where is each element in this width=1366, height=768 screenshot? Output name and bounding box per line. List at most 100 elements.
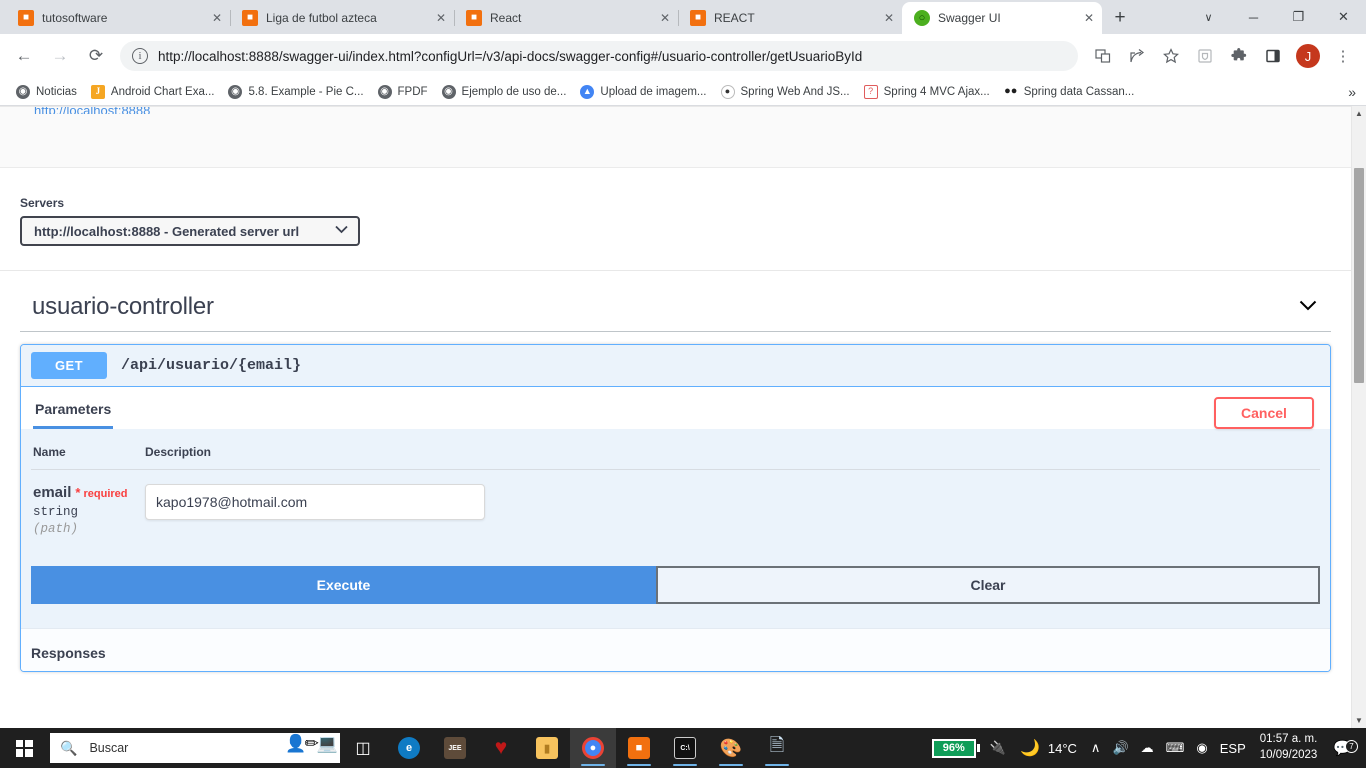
task-view-icon[interactable]: ◫ [340, 728, 386, 768]
browser-tab-active[interactable]: ○ Swagger UI ✕ [902, 2, 1102, 34]
usb-device-icon[interactable]: ⌨ [1160, 740, 1191, 756]
swagger-ui-page: http://localhost:8888 Servers http://loc… [0, 106, 1351, 728]
minimize-button[interactable]: ─ [1231, 0, 1276, 34]
close-icon[interactable]: ✕ [1080, 9, 1098, 27]
tab-parameters[interactable]: Parameters [33, 397, 114, 429]
bookmark-label: Upload de imagem... [600, 85, 707, 98]
tab-divider [230, 10, 231, 26]
start-button[interactable] [0, 728, 48, 768]
parameters-table: Name Description email* required string [31, 445, 1320, 566]
bookmark-label: Android Chart Exa... [110, 85, 215, 98]
browser-tab[interactable]: ■ React ✕ [454, 2, 678, 34]
microsoft-edge-icon[interactable]: e [386, 728, 432, 768]
parameter-name-cell: email * required string (path) [31, 470, 143, 567]
camera-privacy-icon[interactable]: ◉ [1190, 740, 1213, 756]
translate-icon[interactable] [1089, 42, 1117, 70]
active-indicator [581, 764, 605, 766]
address-bar[interactable]: i http://localhost:8888/swagger-ui/index… [120, 41, 1078, 71]
parameter-input-cell [143, 470, 1320, 567]
chevron-down-icon[interactable] [1299, 298, 1323, 316]
notepad-icon[interactable]: 🗎 [754, 728, 800, 768]
file-explorer-icon[interactable]: ▮ [524, 728, 570, 768]
paint-icon[interactable]: 🎨 [708, 728, 754, 768]
servers-section: Servers http://localhost:8888 - Generate… [0, 168, 1351, 246]
bookmark-item[interactable]: ◉ Noticias [10, 82, 83, 102]
mcafee-icon[interactable]: ♥ [478, 728, 524, 768]
close-icon[interactable]: ✕ [880, 9, 898, 27]
table-header-row: Name Description [31, 445, 1320, 470]
clock[interactable]: 01:57 a. m. 10/09/2023 [1252, 732, 1326, 763]
google-chrome-icon[interactable]: ● [570, 728, 616, 768]
bookmarks-bar: ◉ Noticias J Android Chart Exa... ◉ 5.8. Ex… [0, 78, 1366, 106]
bookmark-item[interactable]: ? Spring 4 MVC Ajax... [858, 82, 996, 102]
xampp-icon[interactable]: ■ [616, 728, 662, 768]
weather-widget[interactable]: 🌙 14°C [1012, 738, 1085, 758]
globe-icon: ◉ [228, 84, 243, 99]
search-input[interactable]: 🔍 Buscar 👤✏💻 [50, 733, 340, 763]
tag-header[interactable]: usuario-controller [20, 293, 1331, 332]
email-field[interactable] [145, 484, 485, 520]
server-select[interactable]: http://localhost:8888 - Generated server… [20, 216, 360, 246]
bookmark-item[interactable]: ● Spring Web And JS... [715, 82, 856, 102]
bookmark-star-icon[interactable] [1157, 42, 1185, 70]
language-indicator[interactable]: ESP [1214, 741, 1252, 756]
new-tab-button[interactable]: + [1106, 4, 1134, 32]
bookmark-item[interactable]: J Android Chart Exa... [85, 82, 221, 102]
java-ee-ide-icon[interactable]: JEE [432, 728, 478, 768]
scroll-up-arrow[interactable]: ▲ [1352, 106, 1366, 121]
scroll-down-arrow[interactable]: ▼ [1352, 713, 1366, 728]
magnifier-icon: 🔍 [60, 739, 78, 756]
scrollbar-thumb[interactable] [1354, 168, 1364, 383]
bookmark-label: Spring data Cassan... [1023, 85, 1135, 98]
command-prompt-icon[interactable]: C:\ [662, 728, 708, 768]
operation-summary[interactable]: GET /api/usuario/{email} [21, 345, 1330, 387]
profile-avatar[interactable]: J [1296, 44, 1320, 68]
close-icon[interactable]: ✕ [656, 9, 674, 27]
reload-button[interactable]: ⟳ [80, 40, 112, 72]
site-info-icon[interactable]: i [132, 48, 148, 64]
bookmarks-overflow-button[interactable]: » [1348, 84, 1356, 100]
battery-indicator[interactable]: 96% [931, 738, 980, 758]
battery-percent: 96% [931, 738, 976, 758]
side-panel-icon[interactable] [1259, 42, 1287, 70]
operation-path: /api/usuario/{email} [121, 357, 302, 374]
back-button[interactable]: ← [8, 40, 40, 72]
toolbar-icons: J ⋮ [1086, 42, 1360, 70]
battery-tip [976, 744, 980, 752]
tab-search-icon[interactable]: ∨ [1186, 0, 1231, 34]
browser-tab[interactable]: ■ tutosoftware ✕ [6, 2, 230, 34]
onedrive-icon[interactable]: ☁ [1135, 740, 1160, 756]
forward-button[interactable]: → [44, 40, 76, 72]
notification-center-icon[interactable]: 💬 7 [1325, 739, 1360, 757]
power-plug-icon[interactable]: 🔌 [984, 740, 1012, 756]
show-hidden-icons-chevron[interactable]: ∧ [1085, 740, 1107, 756]
extensions-puzzle-icon[interactable] [1225, 42, 1253, 70]
vertical-scrollbar[interactable]: ▲ ▼ [1351, 106, 1366, 728]
bookmark-label: Spring Web And JS... [740, 85, 850, 98]
volume-icon[interactable]: 🔊 [1106, 740, 1134, 756]
partly-cloudy-icon: 🌙 [1019, 740, 1040, 757]
bookmark-label: 5.8. Example - Pie C... [248, 85, 364, 98]
share-icon[interactable] [1123, 42, 1151, 70]
cut-off-link[interactable]: http://localhost:8888 [34, 107, 1351, 114]
close-window-button[interactable]: ✕ [1321, 0, 1366, 34]
windows-taskbar: 🔍 Buscar 👤✏💻 ◫ e JEE ♥ ▮ ● ■ C:\ 🎨 🗎 96%… [0, 728, 1366, 768]
maximize-button[interactable]: ❐ [1276, 0, 1321, 34]
close-icon[interactable]: ✕ [208, 9, 226, 27]
globe-icon: ◉ [377, 84, 392, 99]
shield-icon[interactable] [1191, 42, 1219, 70]
bookmark-item[interactable]: ●● Spring data Cassan... [998, 82, 1141, 102]
bookmark-item[interactable]: ◉ FPDF [372, 82, 434, 102]
cancel-button[interactable]: Cancel [1214, 397, 1314, 429]
chrome-menu-icon[interactable]: ⋮ [1329, 42, 1357, 70]
browser-tab[interactable]: ■ REACT ✕ [678, 2, 902, 34]
close-icon[interactable]: ✕ [432, 9, 450, 27]
clear-button[interactable]: Clear [656, 566, 1320, 604]
bookmark-item[interactable]: ▲ Upload de imagem... [574, 82, 712, 102]
execute-button[interactable]: Execute [31, 566, 656, 604]
bookmark-item[interactable]: ◉ Ejemplo de uso de... [436, 82, 573, 102]
required-label: required [83, 488, 128, 500]
browser-tab[interactable]: ■ Liga de futbol azteca ✕ [230, 2, 454, 34]
bookmark-item[interactable]: ◉ 5.8. Example - Pie C... [222, 82, 369, 102]
tab-title: Liga de futbol azteca [266, 11, 377, 25]
